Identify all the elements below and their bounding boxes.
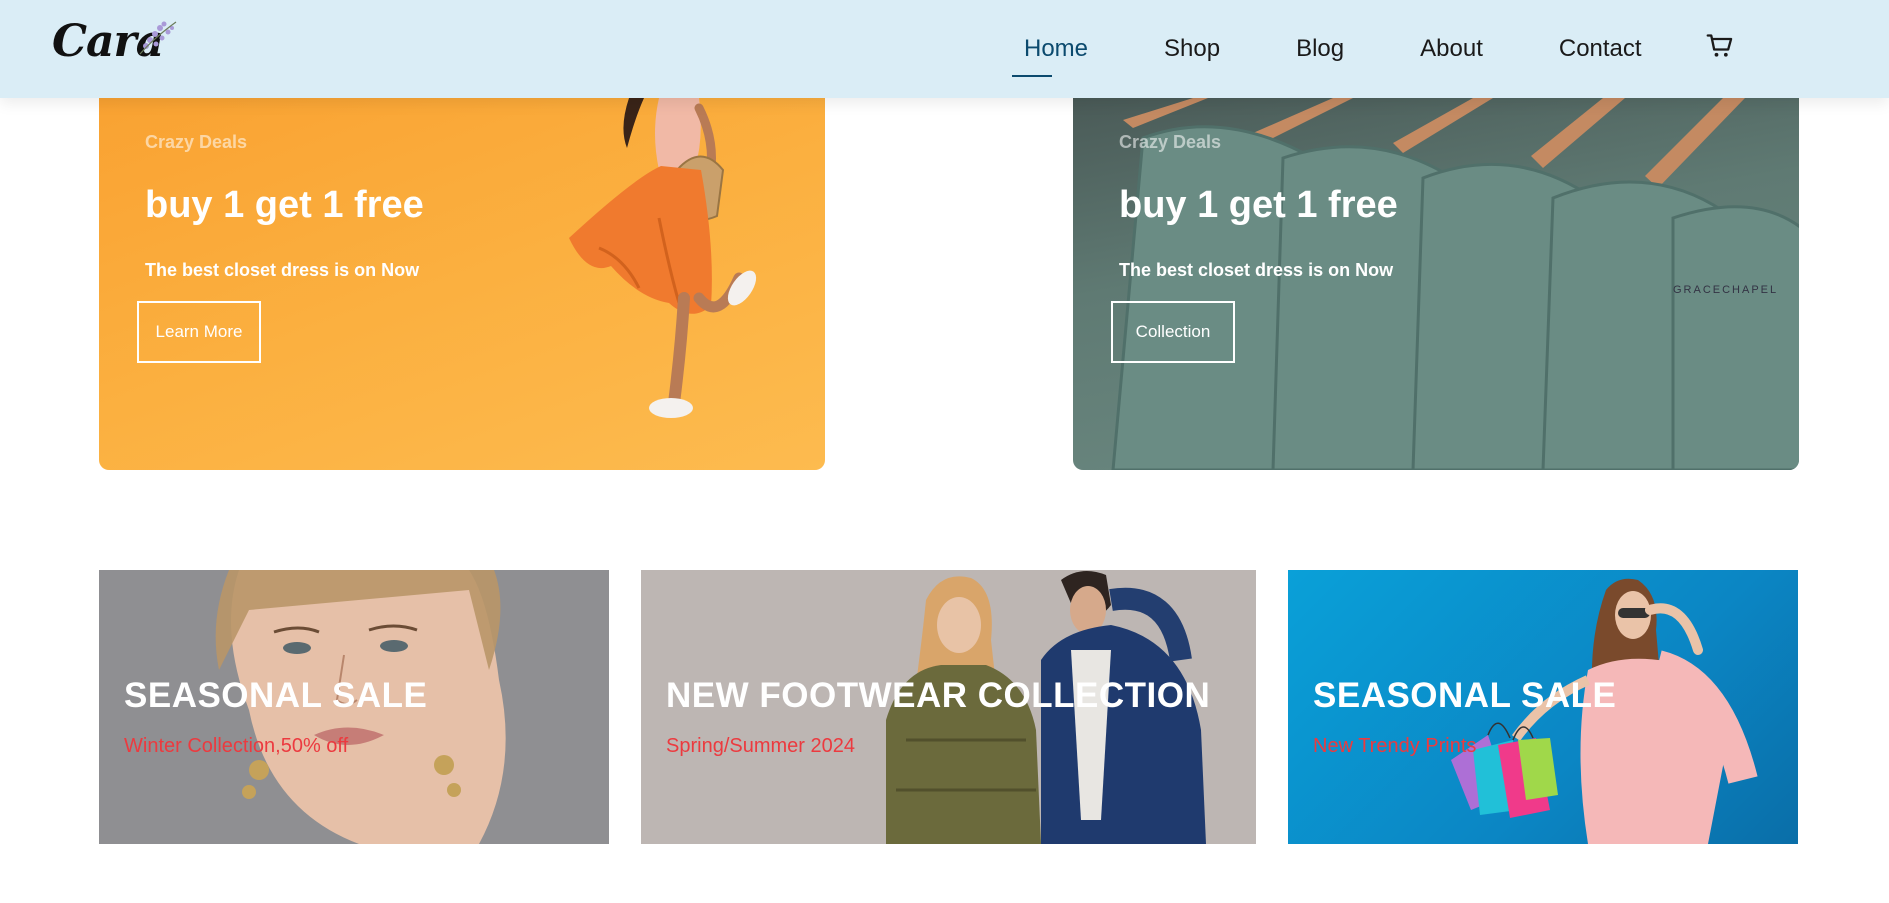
nav-home[interactable]: Home (1011, 35, 1088, 77)
tshirts-on-hangers-photo: GRACECHAPEL (1111, 98, 1799, 470)
deal-subtitle: The best closet dress is on Now (145, 260, 420, 280)
shirt-label-text: GRACECHAPEL (1673, 284, 1778, 296)
promo-card-seasonal-sale-2[interactable]: SEASONAL SALE New Trendy Prints (1288, 570, 1798, 844)
deal-banner-left: Crazy Deals buy 1 get 1 free The best cl… (99, 98, 825, 470)
promo-subtitle: Winter Collection,50% off (124, 735, 349, 757)
deal-subtitle: The best closet dress is on Now (1119, 260, 1394, 280)
woman-in-orange-dress-photo (569, 98, 757, 418)
main-nav: Home Shop Blog About Contact (1011, 0, 1718, 98)
deal-banner-right: GRACECHAPEL Crazy Deals buy 1 get 1 free… (1073, 98, 1799, 470)
promo-subtitle: New Trendy Prints (1313, 735, 1477, 757)
nav-blog[interactable]: Blog (1296, 35, 1344, 63)
collection-button[interactable]: Collection (1111, 301, 1235, 363)
promo-title: SEASONAL SALE (1313, 676, 1617, 715)
promo-card-new-footwear[interactable]: NEW FOOTWEAR COLLECTION Spring/Summer 20… (641, 570, 1256, 844)
lavender-icon (139, 21, 177, 55)
nav-shop[interactable]: Shop (1164, 35, 1220, 63)
deal-tag: Crazy Deals (145, 132, 248, 152)
promo-title: SEASONAL SALE (124, 676, 428, 715)
nav-about[interactable]: About (1420, 35, 1483, 63)
promo-title: NEW FOOTWEAR COLLECTION (666, 676, 1211, 715)
logo[interactable]: Cara (52, 14, 177, 78)
cart-icon[interactable] (1706, 32, 1734, 60)
learn-more-button[interactable]: Learn More (137, 301, 261, 363)
site-header: Cara Home Shop Blog About Contact (0, 0, 1889, 98)
deal-title: buy 1 get 1 free (1119, 184, 1398, 226)
deal-tag: Crazy Deals (1119, 132, 1222, 152)
deal-title: buy 1 get 1 free (145, 184, 424, 226)
nav-contact[interactable]: Contact (1559, 35, 1642, 63)
promo-card-seasonal-sale[interactable]: SEASONAL SALE Winter Collection,50% off (99, 570, 609, 844)
promo-subtitle: Spring/Summer 2024 (666, 735, 855, 757)
